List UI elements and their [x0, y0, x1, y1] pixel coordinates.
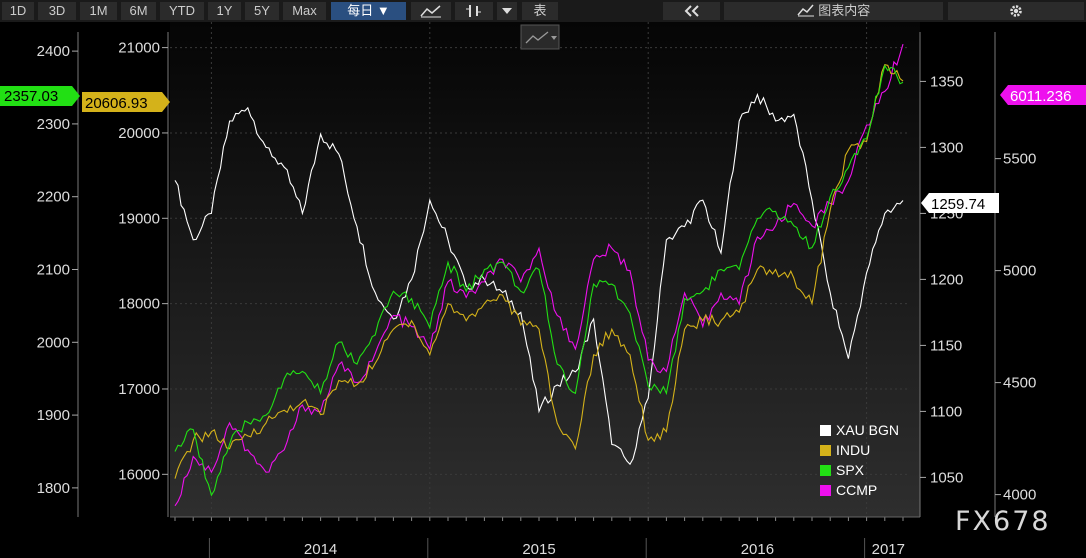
legend-label-indu: INDU: [836, 442, 870, 458]
spx-tick-label: 1900: [37, 407, 70, 424]
legend-label-xau: XAU BGN: [836, 422, 899, 438]
spx-tick-label: 1800: [37, 480, 70, 497]
spx-tick-label: 2400: [37, 43, 70, 60]
legend-swatch-ccmp: [820, 485, 831, 496]
indu-tick-label: 20000: [118, 125, 160, 142]
indu-tick-label: 16000: [118, 466, 160, 483]
plot-area: [170, 22, 920, 517]
spx-tick-label: 2000: [37, 334, 70, 351]
legend-swatch-xau: [820, 425, 831, 436]
ccmp-tick-label: 4500: [1003, 375, 1036, 392]
x-tick-label-2015: 2015: [522, 541, 555, 558]
chart: 2014 2015 2016 2017105011001150120012501300…: [0, 22, 1086, 558]
spx-last-value: 2357.03: [4, 88, 58, 105]
xau-tick-label: 1300: [930, 139, 963, 156]
spx-tick-label: 2100: [37, 262, 70, 279]
chart-style-selector[interactable]: [520, 24, 560, 50]
x-tick-label-2017: 2017: [872, 541, 905, 558]
legend-label-ccmp: CCMP: [836, 482, 877, 498]
x-tick-label-2016: 2016: [741, 541, 774, 558]
indu-tick-label: 21000: [118, 40, 160, 57]
xau-tick-label: 1100: [930, 403, 962, 420]
xau-last-value: 1259.74: [931, 196, 985, 213]
indu-tick-label: 18000: [118, 296, 160, 313]
ccmp-tick-label: 5000: [1003, 263, 1036, 280]
xau-tick-label: 1200: [930, 271, 963, 288]
legend-swatch-spx: [820, 465, 831, 476]
spx-tick-label: 2200: [37, 189, 70, 206]
ccmp-last-value: 6011.236: [1010, 88, 1071, 105]
indu-tick-label: 17000: [118, 381, 160, 398]
x-tick-label-2014: 2014: [304, 541, 337, 558]
watermark: FX678: [955, 506, 1051, 537]
xau-tick-label: 1150: [930, 337, 962, 354]
indu-tick-label: 19000: [118, 210, 160, 227]
indu-last-value: 20606.93: [85, 95, 148, 112]
ccmp-tick-label: 5500: [1003, 151, 1036, 168]
spx-tick-label: 2300: [37, 116, 70, 133]
ccmp-tick-label: 4000: [1003, 487, 1036, 504]
xau-tick-label: 1350: [930, 73, 963, 90]
legend-swatch-indu: [820, 445, 831, 456]
xau-tick-label: 1050: [930, 469, 963, 486]
legend-label-spx: SPX: [836, 462, 865, 478]
